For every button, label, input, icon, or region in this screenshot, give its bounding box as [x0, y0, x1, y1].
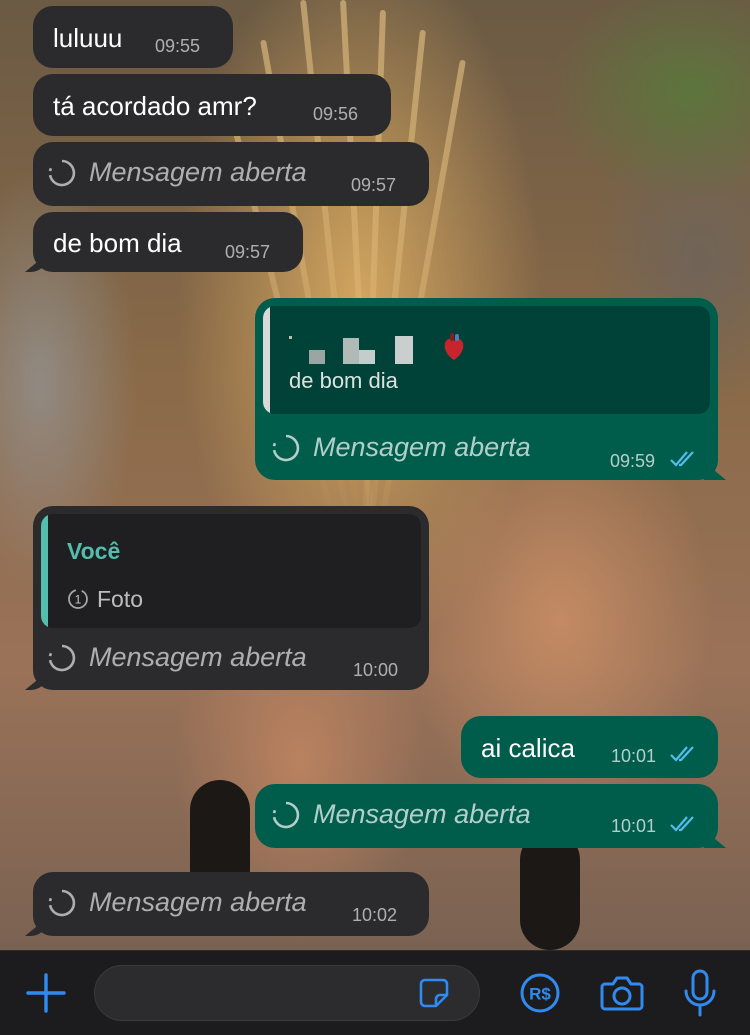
message-time: 09:57 — [225, 242, 271, 262]
microphone-icon — [684, 969, 716, 1017]
incoming-reply-message[interactable]: Você 1 Foto Mensagem aberta 10:00 — [25, 506, 429, 690]
camera-icon — [600, 976, 644, 1011]
message-time: 09:59 — [610, 451, 656, 471]
svg-text:1: 1 — [75, 593, 82, 607]
message-time: 09:55 — [155, 36, 201, 56]
message-time: 09:56 — [313, 104, 359, 124]
outgoing-message[interactable]: ai calica 10:01 — [461, 716, 718, 778]
quote-author-redacted — [289, 330, 419, 366]
view-once-icon — [48, 644, 76, 671]
attach-button[interactable] — [22, 969, 70, 1017]
quote-author: Você — [67, 538, 121, 564]
double-check-icon — [670, 746, 694, 762]
outgoing-view-once-message[interactable]: Mensagem aberta 10:01 — [255, 784, 726, 848]
view-once-status: Mensagem aberta — [271, 799, 531, 830]
message-time: 09:57 — [351, 175, 397, 195]
view-once-icon — [48, 159, 76, 186]
real-currency-icon: R$ — [520, 973, 560, 1013]
incoming-view-once-message[interactable]: Mensagem aberta 10:02 — [25, 872, 429, 936]
quoted-message[interactable]: Você 1 Foto — [41, 514, 421, 628]
double-check-icon — [670, 816, 694, 832]
view-once-icon — [48, 889, 76, 916]
double-check-icon — [670, 451, 694, 467]
svg-text:R$: R$ — [529, 985, 551, 1004]
message-text: ai calica — [481, 733, 575, 763]
incoming-view-once-message[interactable]: Mensagem aberta 09:57 — [33, 142, 429, 206]
quoted-message[interactable]: de bom dia — [263, 306, 710, 414]
sticker-button[interactable] — [416, 975, 452, 1011]
payment-button[interactable]: R$ — [516, 969, 564, 1017]
view-once-status: Mensagem aberta — [271, 432, 531, 463]
message-text: tá acordado amr? — [53, 91, 257, 121]
message-text: de bom dia — [53, 228, 182, 258]
view-once-label: Mensagem aberta — [313, 799, 531, 829]
message-time: 10:01 — [611, 746, 657, 766]
view-once-icon — [272, 434, 300, 461]
outgoing-reply-message[interactable]: de bom dia Mensagem aberta 09:59 — [255, 298, 726, 480]
message-composer-bar: R$ — [0, 950, 750, 1035]
quote-accent-bar — [263, 306, 270, 414]
incoming-message[interactable]: tá acordado amr? 09:56 — [33, 74, 391, 136]
view-once-label: Mensagem aberta — [313, 432, 531, 462]
view-once-label: Mensagem aberta — [89, 642, 307, 672]
plus-icon — [26, 973, 66, 1013]
message-time: 10:02 — [352, 905, 398, 925]
view-once-photo-icon: 1 — [68, 589, 88, 609]
message-text: luluuu — [53, 23, 123, 53]
quote-media-label: Foto — [97, 586, 144, 612]
camera-button[interactable] — [598, 969, 646, 1017]
voice-message-button[interactable] — [676, 967, 724, 1019]
sticker-icon — [419, 978, 449, 1008]
view-once-status: Mensagem aberta — [47, 157, 307, 188]
view-once-status: Mensagem aberta — [47, 887, 307, 918]
quote-text: de bom dia — [289, 368, 398, 393]
incoming-message[interactable]: de bom dia 09:57 — [25, 212, 303, 272]
incoming-message[interactable]: luluuu 09:55 — [33, 6, 233, 68]
view-once-status: Mensagem aberta — [47, 642, 307, 673]
quote-accent-bar — [41, 514, 48, 628]
view-once-label: Mensagem aberta — [89, 157, 307, 187]
view-once-label: Mensagem aberta — [89, 887, 307, 917]
message-time: 10:00 — [353, 660, 399, 680]
view-once-icon — [272, 801, 300, 828]
message-time: 10:01 — [611, 816, 657, 836]
anatomical-heart-emoji — [444, 333, 464, 360]
